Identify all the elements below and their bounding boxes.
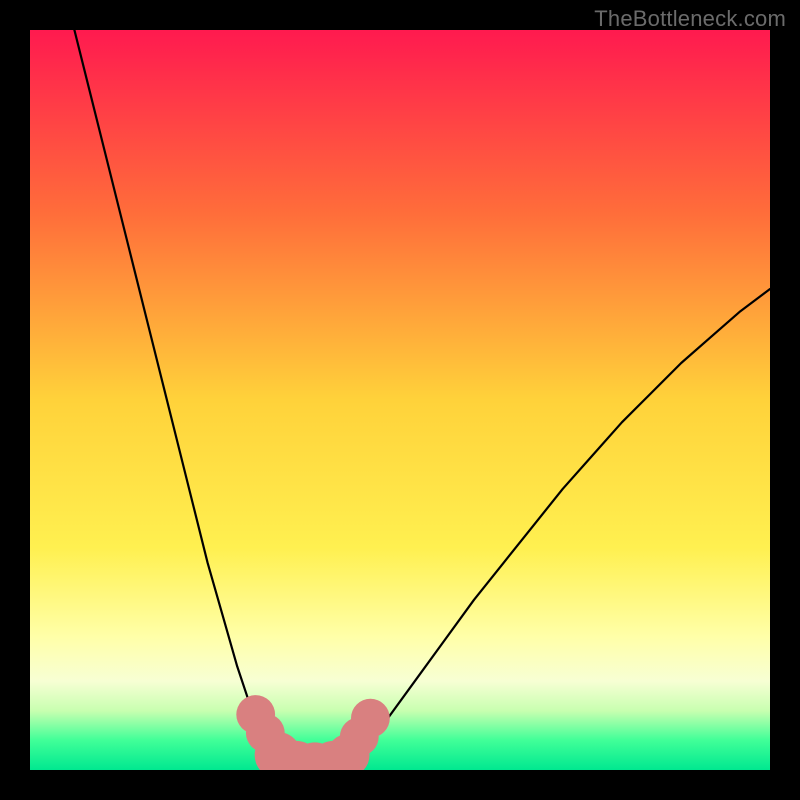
- marker-dot: [351, 699, 390, 738]
- chart-svg: [30, 30, 770, 770]
- plot-area: [30, 30, 770, 770]
- gradient-background: [30, 30, 770, 770]
- chart-frame: TheBottleneck.com: [0, 0, 800, 800]
- watermark-text: TheBottleneck.com: [594, 6, 786, 32]
